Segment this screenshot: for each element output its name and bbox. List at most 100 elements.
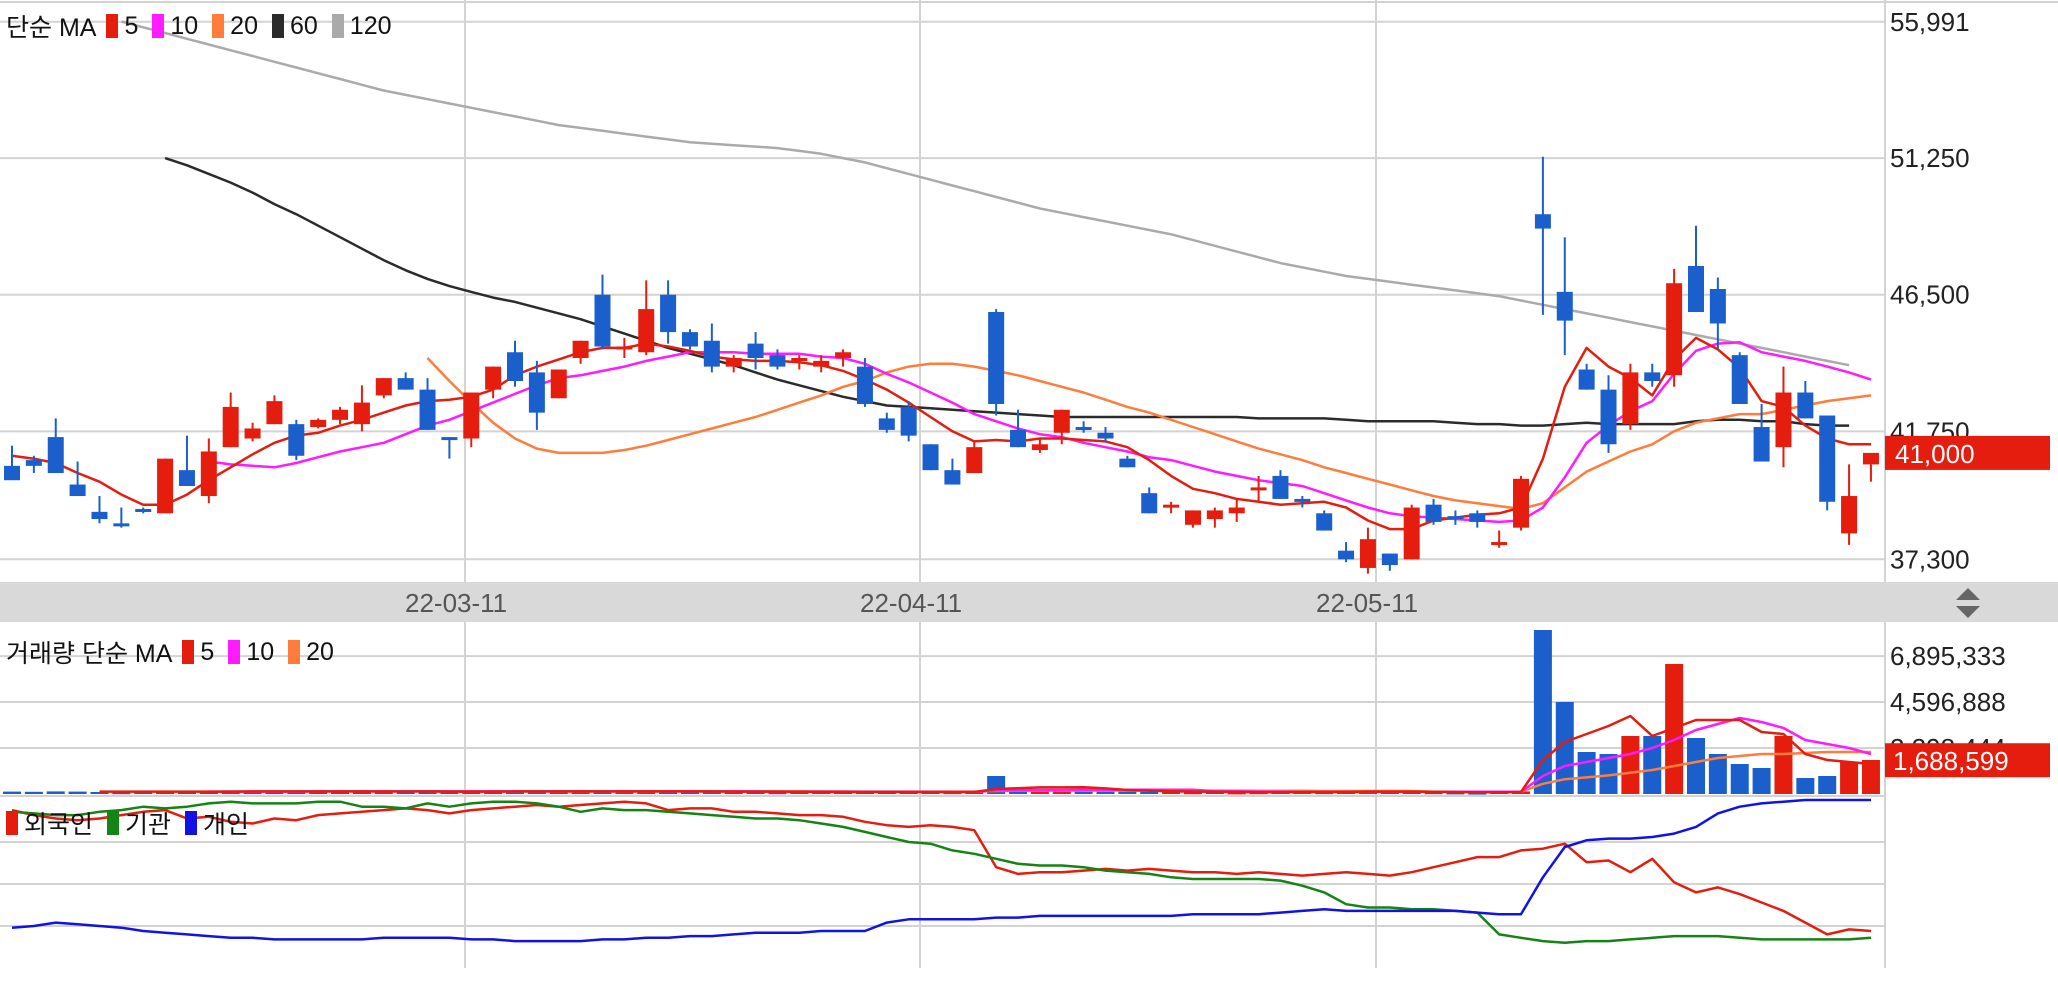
volume-bar [3, 791, 21, 794]
candle-body [1338, 550, 1355, 560]
candle [310, 418, 327, 429]
volume-legend-label: 10 [246, 637, 275, 666]
investor-legend-swatch [6, 811, 18, 835]
candle-body [572, 340, 589, 358]
candle-body [25, 460, 42, 466]
price-legend-label: 120 [349, 11, 392, 40]
volume-legend-swatch [182, 640, 195, 664]
price-tick-label: 37,300 [1890, 544, 1970, 574]
volume-legend-title: 거래량 단순 MA [6, 640, 173, 668]
candle [1819, 415, 1836, 511]
candle [681, 329, 698, 350]
candle-body [47, 437, 64, 474]
current-price-label: 41,000 [1895, 439, 1975, 469]
volume-bar [1818, 776, 1837, 794]
candle [922, 444, 939, 471]
stock-chart[interactable]: 55,991 51,250 46,500 41,750 37,300 41,000 22-0… [0, 0, 2058, 984]
candle-body [1687, 265, 1704, 312]
candle-body [1119, 458, 1136, 468]
candle-body [1447, 516, 1464, 520]
candle-body [966, 447, 983, 474]
background [0, 0, 2058, 984]
candle-body [988, 311, 1005, 405]
candle-body [1841, 496, 1858, 534]
candle-body [835, 352, 852, 358]
candle-body [1775, 392, 1792, 448]
investor-legend-label: 개인 [203, 811, 250, 839]
volume-bar [1774, 736, 1793, 794]
candle-body [157, 458, 174, 514]
price-legend-label: 60 [289, 11, 318, 40]
candle-body [528, 372, 545, 413]
candle-body [1534, 214, 1551, 229]
price-legend-swatch [331, 14, 344, 38]
candle-body [1097, 432, 1114, 439]
candle-body [1359, 539, 1376, 568]
candle-body [1491, 542, 1508, 546]
candle-body [1556, 291, 1573, 321]
investor-legend-label: 기관 [125, 811, 172, 839]
candle-body [91, 511, 108, 520]
candle-body [4, 465, 20, 481]
candle [1731, 352, 1748, 405]
candle-body [1819, 415, 1836, 502]
candle-body [1141, 493, 1158, 514]
candle [900, 401, 917, 442]
candle-body [1644, 372, 1661, 382]
candle-body [1403, 507, 1420, 560]
candle-body [113, 523, 130, 527]
candle-body [485, 366, 502, 390]
candle-body [419, 389, 436, 430]
candle-body [1862, 452, 1879, 465]
candle-body [1600, 389, 1617, 445]
candle-body [135, 508, 152, 512]
candle-body [791, 358, 808, 361]
volume-bar [1730, 764, 1749, 794]
volume-bar [1861, 760, 1880, 794]
volume-bar [1621, 736, 1640, 794]
candle-body [1053, 409, 1070, 433]
candle-body [310, 419, 327, 428]
candle-body [747, 343, 764, 358]
candle-body [594, 294, 611, 347]
candle [1513, 475, 1530, 531]
candle-body [1031, 444, 1048, 451]
volume-legend-swatch [228, 640, 241, 664]
candle-body [1250, 487, 1267, 491]
candle-body [1075, 427, 1092, 431]
investor-legend: 외국인 기관 개인 [6, 805, 253, 841]
current-volume-label: 1,688,599 [1893, 746, 2009, 776]
candle-body [1163, 504, 1180, 508]
candle-body [703, 340, 720, 367]
candle-body [375, 378, 392, 396]
investor-legend-label: 외국인 [24, 811, 94, 839]
price-legend-swatch [152, 14, 165, 38]
candle-body [1206, 510, 1223, 520]
volume-bar [68, 791, 87, 794]
candle [1403, 504, 1420, 560]
date-tick-label: 22-05-11 [1316, 588, 1418, 618]
candle [288, 419, 305, 461]
candle-body [616, 346, 633, 350]
candle-body [1513, 478, 1530, 528]
price-legend-swatch [106, 14, 119, 38]
candle [988, 309, 1005, 416]
price-tick-label: 51,250 [1890, 143, 1970, 173]
candle-body [1666, 283, 1683, 376]
price-tick-label: 46,500 [1890, 280, 1970, 310]
candle-body [550, 369, 567, 399]
candle-body [463, 392, 480, 439]
candle-body [900, 406, 917, 436]
candle [1622, 363, 1639, 430]
volume-legend-swatch [288, 640, 301, 664]
candle-body [244, 428, 261, 439]
chart-canvas[interactable]: 55,99151,25046,50041,75037,30041,00022-0… [0, 0, 2058, 984]
volume-bar [1752, 768, 1771, 794]
date-tick-label: 22-04-11 [860, 588, 962, 618]
candle-body [769, 355, 786, 367]
volume-legend-label: 20 [306, 637, 334, 666]
candle-body [1731, 355, 1748, 405]
price-legend-title: 단순 MA [6, 14, 97, 42]
candle [157, 458, 174, 514]
price-legend-label: 5 [124, 11, 139, 40]
